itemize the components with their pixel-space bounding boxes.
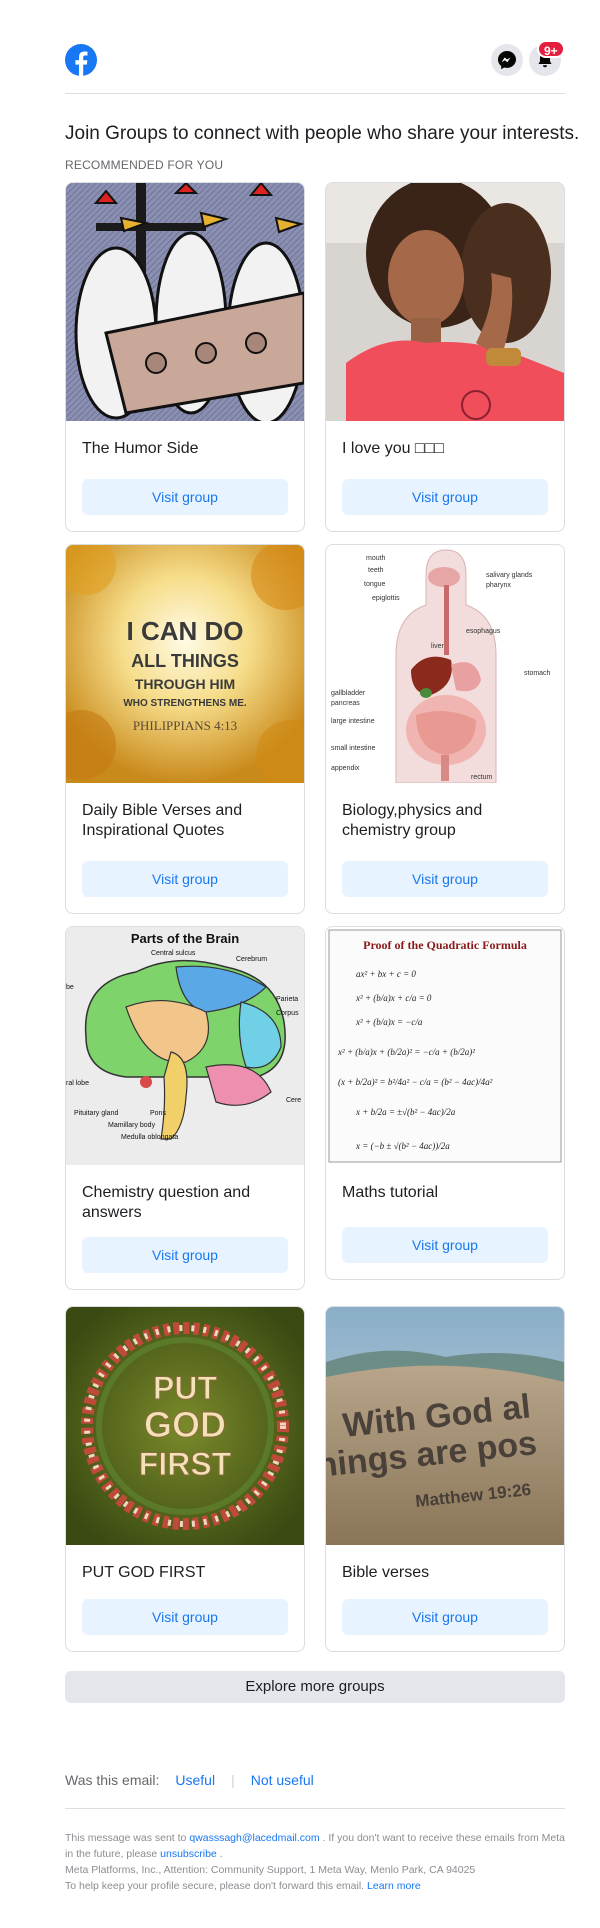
anatomy-label: appendix bbox=[331, 765, 360, 772]
divider: | bbox=[231, 1772, 235, 1788]
not-useful-link[interactable]: Not useful bbox=[251, 1772, 314, 1788]
anatomy-label: gallbladder bbox=[331, 690, 366, 697]
anatomy-label: pancreas bbox=[331, 700, 360, 707]
visit-group-button[interactable]: Visit group bbox=[82, 479, 288, 515]
proof-line: x² + (b/a)x + (b/2a)² = −c/a + (b/2a)² bbox=[337, 1047, 475, 1057]
messenger-icon bbox=[498, 51, 516, 70]
quote-line-4: WHO STRENGTHENS ME. bbox=[123, 698, 247, 709]
group-card[interactable]: I CAN DO ALL THINGS THROUGH HIM WHO STRE… bbox=[65, 544, 305, 914]
quote-reference: PHILIPPIANS 4:13 bbox=[133, 718, 237, 733]
useful-link[interactable]: Useful bbox=[175, 1772, 215, 1788]
visit-group-button[interactable]: Visit group bbox=[342, 479, 548, 515]
group-card[interactable]: PUT GOD FIRST PUT GOD FIRST Visit group bbox=[65, 1306, 305, 1652]
proof-line: x = (−b ± √(b² − 4ac))/2a bbox=[355, 1141, 450, 1151]
group-cover-image[interactable]: With God al hings are pos Matthew 19:26 bbox=[326, 1307, 564, 1545]
anatomy-label: esophagus bbox=[466, 628, 501, 635]
recipient-email-link[interactable]: qwasssagh@lacedmail.com bbox=[189, 1832, 319, 1844]
group-cover-image[interactable]: PUT GOD FIRST bbox=[66, 1307, 304, 1545]
footer-divider bbox=[65, 1808, 565, 1809]
group-name[interactable]: The Humor Side bbox=[66, 421, 304, 459]
group-name[interactable]: Daily Bible Verses and Inspirational Quo… bbox=[66, 783, 304, 841]
proof-line: x² + (b/a)x = −c/a bbox=[355, 1017, 423, 1027]
group-card[interactable]: mouth teeth tongue epiglottis salivary g… bbox=[325, 544, 565, 914]
wreath-line-2: GOD bbox=[144, 1404, 226, 1445]
group-name[interactable]: Biology,physics and chemistry group bbox=[326, 783, 564, 841]
anatomy-label: liver bbox=[431, 643, 445, 650]
group-card[interactable]: Parts of the Brain Central sulcus Cerebr… bbox=[65, 926, 305, 1290]
group-name[interactable]: PUT GOD FIRST bbox=[66, 1545, 304, 1583]
anatomy-label: stomach bbox=[524, 670, 551, 677]
proof-line: (x + b/2a)² = b²/4a² − c/a = (b² − 4ac)/… bbox=[338, 1077, 493, 1087]
footer-period: . bbox=[219, 1848, 223, 1860]
group-name[interactable]: I love you □□□ bbox=[326, 421, 564, 459]
group-cover-image[interactable] bbox=[326, 183, 564, 421]
visit-group-button[interactable]: Visit group bbox=[342, 1227, 548, 1263]
unsubscribe-link[interactable]: unsubscribe bbox=[160, 1848, 217, 1860]
quote-line-3: THROUGH HIM bbox=[135, 676, 235, 692]
feedback-question: Was this email: bbox=[65, 1772, 160, 1788]
email-footer: This message was sent to qwasssagh@laced… bbox=[65, 1830, 575, 1894]
learn-more-link[interactable]: Learn more bbox=[367, 1880, 421, 1892]
brain-label: Medulla oblongata bbox=[121, 1134, 178, 1141]
email-feedback: Was this email: Useful | Not useful bbox=[65, 1772, 314, 1788]
group-cover-image[interactable]: I CAN DO ALL THINGS THROUGH HIM WHO STRE… bbox=[66, 545, 304, 783]
visit-group-button[interactable]: Visit group bbox=[82, 1237, 288, 1273]
group-name[interactable]: Maths tutorial bbox=[326, 1165, 564, 1203]
explore-more-groups-button[interactable]: Explore more groups bbox=[65, 1671, 565, 1703]
group-card[interactable]: The Humor Side Visit group bbox=[65, 182, 305, 532]
footer-sent-notice: This message was sent to qwasssagh@laced… bbox=[65, 1830, 575, 1862]
group-cover-image[interactable]: Parts of the Brain Central sulcus Cerebr… bbox=[66, 927, 304, 1165]
brain-diagram-title: Parts of the Brain bbox=[131, 931, 239, 946]
visit-group-button[interactable]: Visit group bbox=[342, 861, 548, 897]
brain-label: Cere bbox=[286, 1097, 301, 1104]
group-name[interactable]: Bible verses bbox=[326, 1545, 564, 1583]
quote-line-2: ALL THINGS bbox=[131, 651, 239, 671]
messenger-button[interactable] bbox=[491, 44, 523, 76]
visit-group-button[interactable]: Visit group bbox=[82, 1599, 288, 1635]
email-header: 9+ bbox=[65, 40, 565, 94]
footer-security-notice: To help keep your profile secure, please… bbox=[65, 1878, 575, 1894]
anatomy-label: teeth bbox=[368, 567, 384, 574]
anatomy-label: salivary glands bbox=[486, 572, 533, 579]
proof-line: x + b/2a = ±√(b² − 4ac)/2a bbox=[355, 1107, 456, 1117]
intro-text: Join Groups to connect with people who s… bbox=[65, 123, 580, 144]
brain-label: Pituitary gland bbox=[74, 1110, 118, 1117]
group-cover-image[interactable]: Proof of the Quadratic Formula ax² + bx … bbox=[326, 927, 564, 1165]
group-name[interactable]: Chemistry question and answers bbox=[66, 1165, 304, 1223]
proof-line: x² + (b/a)x + c/a = 0 bbox=[355, 993, 432, 1003]
wreath-line-3: FIRST bbox=[139, 1446, 232, 1482]
group-cover-image[interactable]: mouth teeth tongue epiglottis salivary g… bbox=[326, 545, 564, 783]
wreath-line-1: PUT bbox=[153, 1370, 217, 1406]
brain-label: Corpus bbox=[276, 1010, 299, 1017]
brain-label: Parieta bbox=[276, 996, 298, 1003]
brain-label: Central sulcus bbox=[151, 950, 196, 957]
anatomy-label: rectum bbox=[471, 774, 493, 781]
anatomy-label: pharynx bbox=[486, 582, 511, 589]
footer-sent-prefix: This message was sent to bbox=[65, 1832, 187, 1844]
anatomy-label: epiglottis bbox=[372, 595, 400, 602]
footer-security-text: To help keep your profile secure, please… bbox=[65, 1880, 365, 1892]
notification-count-badge: 9+ bbox=[537, 40, 565, 58]
visit-group-button[interactable]: Visit group bbox=[342, 1599, 548, 1635]
group-cover-image[interactable] bbox=[66, 183, 304, 421]
anatomy-label: large intestine bbox=[331, 718, 375, 725]
proof-line: ax² + bx + c = 0 bbox=[356, 969, 416, 979]
brain-label: ral lobe bbox=[66, 1080, 89, 1087]
brain-label: be bbox=[66, 984, 74, 991]
recommended-label: RECOMMENDED FOR YOU bbox=[65, 158, 224, 172]
facebook-logo-icon[interactable] bbox=[65, 44, 97, 76]
brain-label: Pons bbox=[150, 1110, 166, 1117]
group-card[interactable]: With God al hings are pos Matthew 19:26 … bbox=[325, 1306, 565, 1652]
visit-group-button[interactable]: Visit group bbox=[82, 861, 288, 897]
group-card[interactable]: I love you □□□ Visit group bbox=[325, 182, 565, 532]
anatomy-label: tongue bbox=[364, 581, 386, 588]
anatomy-label: small intestine bbox=[331, 745, 375, 752]
brain-label: Mamillary body bbox=[108, 1122, 156, 1129]
group-card[interactable]: Proof of the Quadratic Formula ax² + bx … bbox=[325, 926, 565, 1280]
proof-title: Proof of the Quadratic Formula bbox=[363, 938, 527, 952]
anatomy-label: mouth bbox=[366, 555, 386, 562]
brain-label: Cerebrum bbox=[236, 956, 267, 963]
quote-line-1: I CAN DO bbox=[127, 616, 244, 646]
footer-address: Meta Platforms, Inc., Attention: Communi… bbox=[65, 1864, 476, 1876]
